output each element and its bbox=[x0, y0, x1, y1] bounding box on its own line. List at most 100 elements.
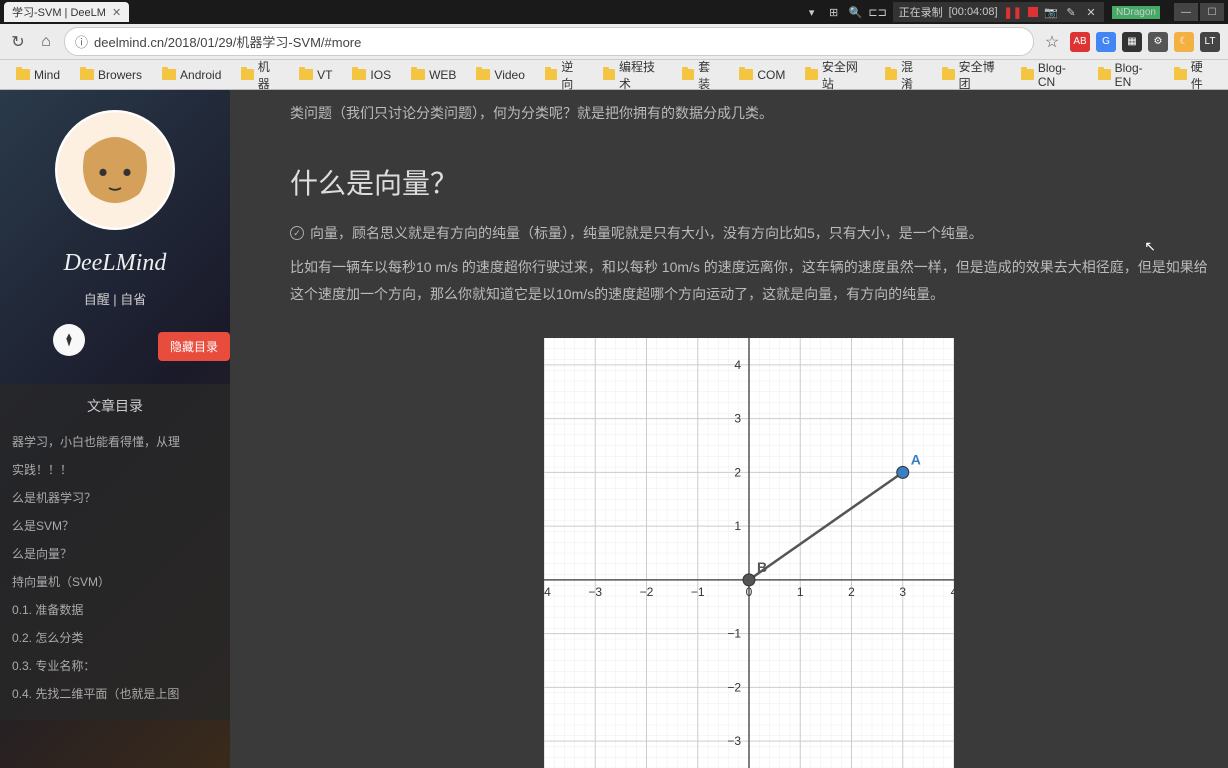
maximize-button[interactable]: ☐ bbox=[1200, 3, 1224, 21]
bookmark-item[interactable]: COM bbox=[731, 65, 793, 85]
bookmark-item[interactable]: 硬件 bbox=[1166, 55, 1220, 95]
subtitle-line: ✓ 向量，顾名思义就是有方向的纯量（标量），纯量呢就是只有大小，没有方向比如5，… bbox=[290, 220, 1208, 247]
stop-icon[interactable] bbox=[1028, 7, 1038, 17]
toc-item[interactable]: 实践！！！ bbox=[8, 456, 222, 484]
bookmark-item[interactable]: 逆向 bbox=[537, 55, 591, 95]
folder-icon bbox=[476, 69, 490, 80]
recording-label: 正在录制 bbox=[899, 4, 943, 20]
toc-item[interactable]: 么是机器学习？ bbox=[8, 484, 222, 512]
recording-time: [00:04:08] bbox=[949, 6, 998, 18]
folder-icon bbox=[805, 69, 817, 80]
toc-item[interactable]: 持向量机（SVM） bbox=[8, 568, 222, 596]
svg-text:0: 0 bbox=[746, 584, 753, 598]
bookmark-item[interactable]: WEB bbox=[403, 65, 464, 85]
folder-icon bbox=[545, 69, 557, 80]
ext-icon-2[interactable]: ⚙ bbox=[1148, 32, 1168, 52]
toc-item[interactable]: 么是SVM？ bbox=[8, 512, 222, 540]
toc: 文章目录 器学习，小白也能看得懂，从理实践！！！么是机器学习？么是SVM？么是向… bbox=[0, 384, 230, 720]
folder-icon bbox=[885, 69, 897, 80]
site-subtitle: 自醒 | 自省 bbox=[0, 289, 230, 308]
toc-item[interactable]: 0.1. 准备数据 bbox=[8, 596, 222, 624]
browser-tab[interactable]: 学习-SVM | DeeLM ✕ bbox=[4, 2, 129, 22]
bookmark-item[interactable]: 套装 bbox=[674, 55, 728, 95]
bookmark-item[interactable]: Mind bbox=[8, 65, 68, 85]
svg-text:3: 3 bbox=[899, 584, 906, 598]
svg-text:1: 1 bbox=[734, 519, 741, 533]
bookmark-item[interactable]: Android bbox=[154, 65, 229, 85]
recording-status: 正在录制 [00:04:08] ❚❚ 📷 ✎ ✕ bbox=[893, 2, 1104, 22]
moon-icon[interactable]: ☾ bbox=[1174, 32, 1194, 52]
window-titlebar: 学习-SVM | DeeLM ✕ ▾ ⊞ 🔍 ⊏⊐ 正在录制 [00:04:08… bbox=[0, 0, 1228, 24]
bookmark-item[interactable]: Blog-EN bbox=[1090, 58, 1162, 92]
bookmark-item[interactable]: IOS bbox=[344, 65, 399, 85]
paragraph-1: 比如有一辆车以每秒10 m/s 的速度超你行驶过来，和以每秒 10m/s 的速度… bbox=[290, 254, 1208, 307]
folder-icon bbox=[1174, 69, 1186, 80]
star-icon[interactable]: ☆ bbox=[1042, 32, 1062, 52]
bookmark-item[interactable]: 混淆 bbox=[877, 55, 931, 95]
extension-icons: AB G ▦ ⚙ ☾ LT bbox=[1070, 32, 1220, 52]
svg-text:−1: −1 bbox=[691, 584, 705, 598]
bookmark-item[interactable]: Blog-CN bbox=[1013, 58, 1086, 92]
toc-item[interactable]: 0.3. 专业名称： bbox=[8, 652, 222, 680]
folder-icon bbox=[603, 69, 615, 80]
folder-icon bbox=[1021, 69, 1033, 80]
adblock-icon[interactable]: AB bbox=[1070, 32, 1090, 52]
crop-icon[interactable]: ⊏⊐ bbox=[871, 5, 885, 19]
bookmark-item[interactable]: 编程技术 bbox=[595, 55, 670, 95]
ext-icon-1[interactable]: ▦ bbox=[1122, 32, 1142, 52]
subtitle-text: 向量，顾名思义就是有方向的纯量（标量），纯量呢就是只有大小，没有方向比如5，只有… bbox=[310, 220, 983, 247]
lt-icon[interactable]: LT bbox=[1200, 32, 1220, 52]
bookmark-item[interactable]: Browers bbox=[72, 65, 150, 85]
reload-icon[interactable]: ↻ bbox=[8, 32, 28, 52]
close-icon[interactable]: ✕ bbox=[112, 6, 121, 19]
hide-toc-button[interactable]: 隐藏目录 bbox=[158, 332, 230, 361]
check-icon: ✓ bbox=[290, 226, 304, 240]
bookmark-item[interactable]: 机器 bbox=[233, 55, 287, 95]
svg-text:4: 4 bbox=[951, 584, 954, 598]
toc-item[interactable]: 么是向量？ bbox=[8, 540, 222, 568]
folder-icon bbox=[682, 69, 694, 80]
folder-icon bbox=[942, 69, 954, 80]
folder-icon bbox=[739, 69, 753, 80]
svg-text:A: A bbox=[911, 451, 921, 467]
toc-item[interactable]: 0.4. 先找二维平面（也就是上图 bbox=[8, 680, 222, 708]
svg-text:−2: −2 bbox=[640, 584, 654, 598]
grid-icon[interactable]: ⊞ bbox=[827, 5, 841, 19]
bookmark-item[interactable]: VT bbox=[291, 65, 340, 85]
folder-icon bbox=[162, 69, 176, 80]
folder-icon bbox=[352, 69, 366, 80]
svg-text:−3: −3 bbox=[727, 734, 741, 748]
pen-icon[interactable] bbox=[53, 324, 85, 356]
pencil-icon[interactable]: ✎ bbox=[1064, 5, 1078, 19]
translate-icon[interactable]: G bbox=[1096, 32, 1116, 52]
heading-vector: 什么是向量？ bbox=[290, 157, 1208, 210]
site-title: DeeLMind bbox=[0, 250, 230, 277]
user-label: NDragon bbox=[1112, 6, 1160, 19]
home-icon[interactable]: ⌂ bbox=[36, 32, 56, 52]
camera-icon[interactable]: 📷 bbox=[1044, 5, 1058, 19]
folder-icon bbox=[299, 69, 313, 80]
svg-text:3: 3 bbox=[734, 411, 741, 425]
svg-text:−1: −1 bbox=[727, 626, 741, 640]
bookmark-item[interactable]: Video bbox=[468, 65, 532, 85]
toc-item[interactable]: 0.2. 怎么分类 bbox=[8, 624, 222, 652]
download-icon[interactable]: ▾ bbox=[805, 5, 819, 19]
url-input[interactable]: ⓘ deelmind.cn/2018/01/29/机器学习-SVM/#more bbox=[64, 27, 1034, 56]
close-recording-icon[interactable]: ✕ bbox=[1084, 5, 1098, 19]
bookmarks-bar: MindBrowersAndroid机器VTIOSWEBVideo逆向编程技术套… bbox=[0, 60, 1228, 90]
search-icon[interactable]: 🔍 bbox=[849, 5, 863, 19]
svg-text:1: 1 bbox=[797, 584, 804, 598]
intro-paragraph: 类问题（我们只讨论分类问题），何为分类呢？就是把你拥有的数据分成几类。 bbox=[290, 100, 1208, 127]
svg-text:−2: −2 bbox=[727, 680, 741, 694]
pause-icon[interactable]: ❚❚ bbox=[1004, 6, 1022, 19]
toc-item[interactable]: 器学习，小白也能看得懂，从理 bbox=[8, 428, 222, 456]
bookmark-item[interactable]: 安全博团 bbox=[934, 55, 1009, 95]
avatar[interactable] bbox=[55, 110, 175, 230]
article-content: 类问题（我们只讨论分类问题），何为分类呢？就是把你拥有的数据分成几类。 什么是向… bbox=[230, 90, 1228, 768]
bookmark-item[interactable]: 安全网站 bbox=[797, 55, 872, 95]
svg-text:2: 2 bbox=[734, 465, 741, 479]
folder-icon bbox=[16, 69, 30, 80]
minimize-button[interactable]: — bbox=[1174, 3, 1198, 21]
tab-title: 学习-SVM | DeeLM bbox=[12, 4, 106, 20]
info-icon: ⓘ bbox=[75, 32, 88, 51]
